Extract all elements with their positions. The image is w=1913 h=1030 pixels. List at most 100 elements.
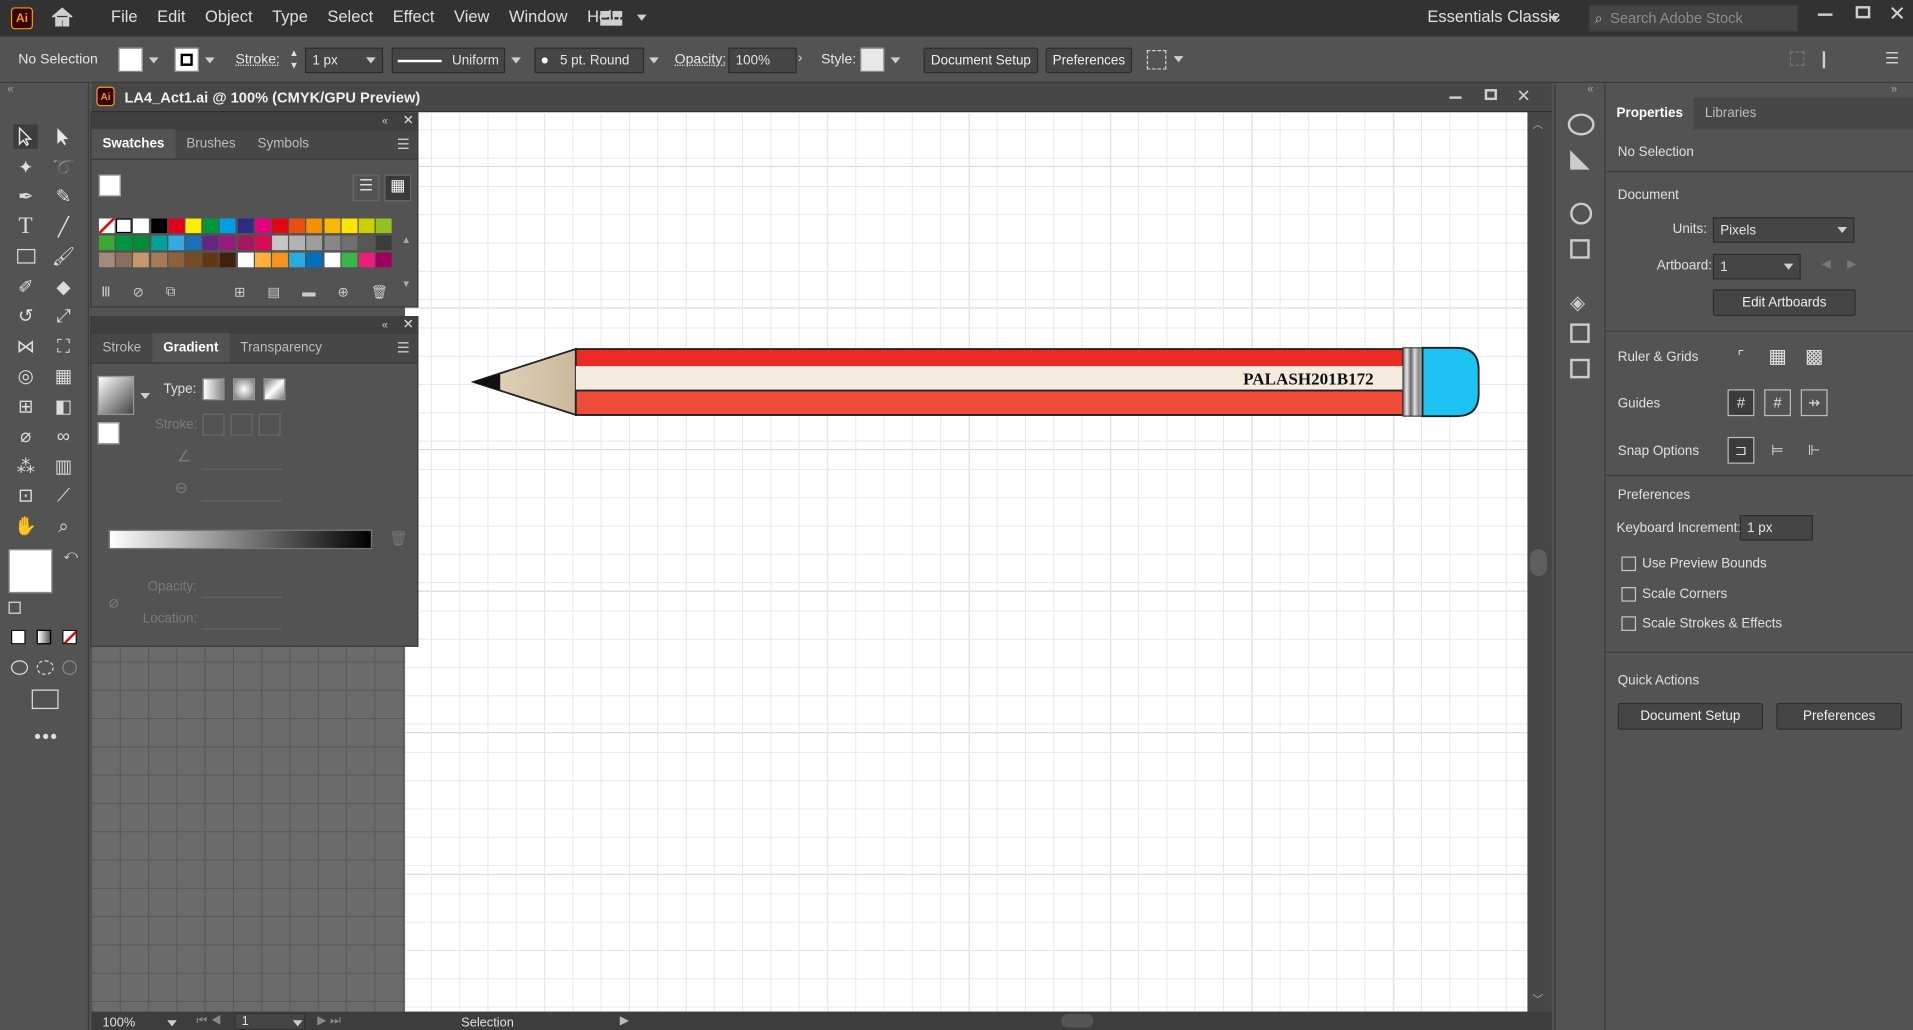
swatch-chip[interactable]	[306, 218, 323, 234]
swatch-chip[interactable]	[306, 235, 323, 251]
thumbnail-view-icon[interactable]: ▦	[384, 174, 412, 202]
stroke-stepper[interactable]: ▲ ▼	[285, 48, 302, 74]
layers-icon[interactable]: ◈	[1570, 290, 1585, 314]
stock-search[interactable]: ⌕ Search Adobe Stock	[1588, 4, 1799, 32]
delete-icon[interactable]: 🗑	[371, 284, 388, 301]
close-icon[interactable]: ✕	[403, 112, 414, 128]
status-menu-icon[interactable]: ▶	[620, 1014, 629, 1027]
minimize-icon[interactable]	[1449, 96, 1462, 99]
swatch-chip[interactable]	[324, 235, 340, 251]
lock-guides-icon[interactable]: #	[1764, 389, 1791, 417]
expand-icon[interactable]: «	[1587, 83, 1593, 95]
swatch-chip[interactable]	[98, 235, 115, 251]
snap-to-point-icon[interactable]: ⊐	[1727, 436, 1755, 464]
menu-effect[interactable]: Effect	[393, 7, 435, 25]
panel-menu-icon[interactable]: ☰	[397, 339, 410, 356]
gradient-mode-icon[interactable]	[36, 629, 52, 645]
scale-tool-icon[interactable]: ⤢	[51, 304, 75, 328]
align-icon[interactable]	[1789, 51, 1805, 66]
color-mode-icon[interactable]	[10, 629, 26, 645]
direct-selection-tool-icon[interactable]	[51, 124, 75, 148]
swatch-chip[interactable]	[168, 252, 184, 268]
place-swatch-icon[interactable]: ⧉	[166, 284, 176, 300]
mesh-tool-icon[interactable]: ⊞	[13, 394, 37, 418]
tab-properties[interactable]: Properties	[1605, 97, 1694, 130]
swatch-options-icon[interactable]: ▤	[267, 284, 280, 301]
collapse-icon[interactable]: »	[1891, 83, 1897, 95]
swatch-chip[interactable]	[133, 218, 150, 234]
snap-to-pixel-icon[interactable]: ⊩	[1801, 437, 1828, 464]
more-tools-icon[interactable]: •••	[34, 727, 58, 749]
edit-artboards-button[interactable]: Edit Artboards	[1712, 289, 1856, 317]
swatch-chip[interactable]	[185, 235, 202, 251]
menu-file[interactable]: File	[111, 7, 138, 25]
width-tool-icon[interactable]: ⋈	[13, 334, 37, 358]
search-input[interactable]: Search Adobe Stock	[1610, 10, 1743, 27]
artboards-icon[interactable]	[1570, 358, 1590, 379]
pencil-artwork[interactable]: PALASH201B172	[470, 344, 1484, 420]
collapse-icon[interactable]: «	[7, 83, 13, 95]
swatch-chip[interactable]	[185, 252, 202, 268]
swatch-chip[interactable]	[341, 252, 358, 268]
chevron-down-icon[interactable]	[636, 14, 647, 21]
swatch-chip[interactable]	[341, 235, 358, 251]
chevron-down-icon[interactable]	[1173, 56, 1184, 63]
new-group-icon[interactable]: ▬	[302, 285, 315, 300]
panel-menu-icon[interactable]: ☰	[1885, 49, 1899, 69]
smart-guides-icon[interactable]: ⇸	[1800, 389, 1828, 417]
swatch-chip[interactable]	[98, 252, 115, 268]
line-tool-icon[interactable]: ╱	[51, 215, 75, 239]
next-artboard-icon[interactable]: ▶	[1847, 258, 1856, 271]
swatch-chip[interactable]	[289, 235, 306, 251]
swatch-chip[interactable]	[220, 252, 236, 268]
menu-object[interactable]: Object	[205, 7, 253, 25]
blend-tool-icon[interactable]: ∞	[51, 423, 75, 447]
snap-to-grid-icon[interactable]: ⊨	[1764, 437, 1791, 464]
minimize-icon[interactable]	[1817, 13, 1833, 16]
draw-normal-icon[interactable]	[10, 660, 29, 675]
tab-transparency[interactable]: Transparency	[229, 333, 333, 362]
units-dropdown[interactable]: Pixels	[1712, 217, 1855, 243]
linear-gradient-icon[interactable]	[202, 378, 225, 401]
rectangle-tool-icon[interactable]	[13, 244, 37, 268]
swatch-libraries-icon[interactable]: Ⅲ	[101, 284, 110, 301]
scroll-down-icon[interactable]: ﹀	[1532, 991, 1543, 1007]
swatch-chip[interactable]	[202, 218, 219, 234]
fill-swatch[interactable]	[97, 422, 120, 445]
magic-wand-tool-icon[interactable]: ✦	[13, 155, 37, 179]
swatch-chip[interactable]	[133, 235, 150, 251]
swatch-chip[interactable]	[375, 235, 392, 251]
chevron-down-icon[interactable]	[511, 57, 521, 64]
checkbox-icon[interactable]	[1621, 556, 1637, 572]
swatch-chip[interactable]	[220, 218, 236, 234]
export-icon[interactable]	[1570, 323, 1590, 343]
artboard-canvas[interactable]: PALASH201B172	[405, 112, 1528, 1012]
radial-gradient-icon[interactable]	[233, 378, 255, 401]
swatch-chip[interactable]	[341, 218, 358, 234]
rotate-tool-icon[interactable]: ↺	[13, 304, 37, 328]
swatch-kind-icon[interactable]: ⊘	[133, 284, 144, 301]
chevron-down-icon[interactable]	[366, 57, 376, 64]
swatch-chip[interactable]	[324, 218, 340, 234]
lasso-tool-icon[interactable]: ➰	[51, 155, 75, 179]
rulers-icon[interactable]: ⌜	[1728, 343, 1755, 370]
swatch-chip[interactable]	[324, 252, 340, 268]
close-icon[interactable]: ✕	[1889, 2, 1906, 26]
swatch-chip[interactable]	[358, 218, 375, 234]
color-panel-icon[interactable]	[1567, 113, 1595, 136]
selection-tool-icon[interactable]	[13, 124, 38, 149]
swatch-chip[interactable]	[358, 252, 375, 268]
swatch-chip[interactable]	[254, 218, 271, 234]
fill-swatch[interactable]	[118, 47, 143, 73]
chevron-right-icon[interactable]: ›	[798, 51, 802, 66]
swatch-chip[interactable]	[202, 252, 219, 268]
swatch-chip[interactable]	[116, 252, 132, 268]
horizontal-scroll-thumb[interactable]	[1061, 1014, 1094, 1028]
swatch-chip[interactable]	[272, 252, 288, 268]
workspace-switcher[interactable]: Essentials Classic	[1427, 7, 1560, 25]
swatch-chip[interactable]	[272, 235, 288, 251]
swatch-chip[interactable]	[150, 252, 167, 268]
zoom-tool-icon[interactable]: ⌕	[51, 514, 75, 538]
home-icon[interactable]	[50, 6, 74, 28]
transparency-grid-icon[interactable]: ▩	[1801, 343, 1828, 370]
